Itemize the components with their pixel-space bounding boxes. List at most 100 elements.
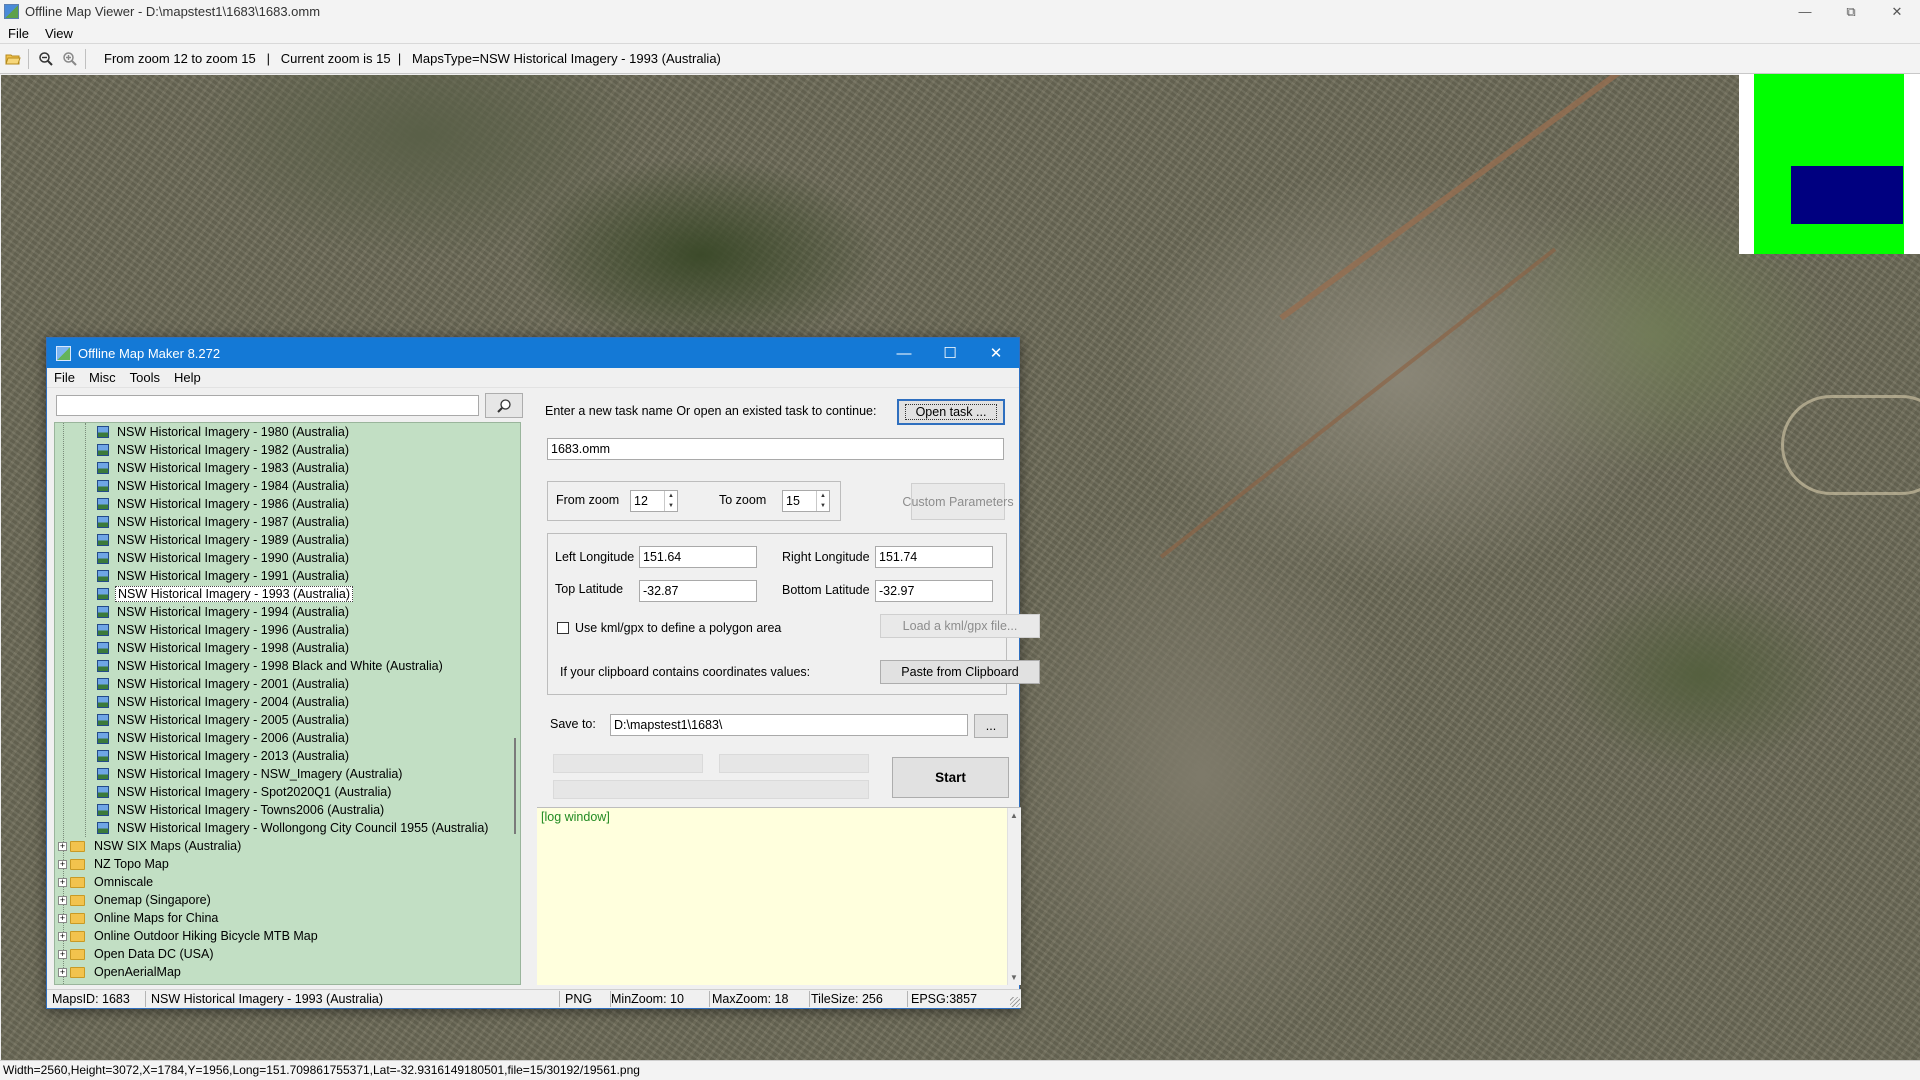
scrollbar-thumb[interactable] [514,738,516,834]
tree-item-label: NSW Historical Imagery - 1990 (Australia… [117,551,350,565]
expand-icon[interactable]: + [58,913,67,923]
map-layer-icon [97,552,109,564]
status-separator [809,991,810,1007]
menu-misc[interactable]: Misc [82,370,123,385]
zoom-out-icon[interactable] [35,48,57,70]
expand-icon[interactable]: + [58,949,67,959]
search-input[interactable] [56,395,479,416]
tree-item[interactable]: NSW Historical Imagery - 2005 (Australia… [97,711,351,729]
left-longitude-field[interactable]: 151.64 [639,546,757,568]
restore-icon[interactable]: ⧉ [1828,0,1874,23]
tree-item[interactable]: NSW Historical Imagery - 1982 (Australia… [97,441,351,459]
maximize-icon[interactable]: ☐ [927,338,973,368]
browse-button[interactable]: ... [974,714,1008,738]
tree-folder[interactable]: + NSW SIX Maps (Australia) [58,837,243,855]
load-kml-button[interactable]: Load a kml/gpx file... [880,614,1040,638]
map-layer-icon [97,804,109,816]
kml-label: Use kml/gpx to define a polygon area [575,621,782,635]
tree-item[interactable]: NSW Historical Imagery - 1998 Black and … [97,657,445,675]
tree-item[interactable]: NSW Historical Imagery - 1984 (Australia… [97,477,351,495]
spinner-arrows-icon[interactable]: ▲ ▼ [816,491,829,511]
search-button[interactable] [485,393,523,418]
tree-item[interactable]: NSW Historical Imagery - 1986 (Australia… [97,495,351,513]
clipboard-prompt: If your clipboard contains coordinates v… [560,665,811,679]
tree-item[interactable]: NSW Historical Imagery - 2001 (Australia… [97,675,351,693]
log-scrollbar[interactable]: ▲ ▼ [1007,808,1021,985]
right-longitude-label: Right Longitude [782,550,870,564]
menu-tools[interactable]: Tools [123,370,167,385]
menu-help[interactable]: Help [167,370,208,385]
tree-item[interactable]: NSW Historical Imagery - 1989 (Australia… [97,531,351,549]
tree-folder[interactable]: + NZ Topo Map [58,855,171,873]
minimap[interactable] [1739,74,1920,254]
expand-icon[interactable]: + [58,877,67,887]
save-to-field[interactable]: D:\mapstest1\1683\ [610,714,968,736]
tree-folder[interactable]: + Onemap (Singapore) [58,891,213,909]
bottom-latitude-field[interactable]: -32.97 [875,580,993,602]
tree-item[interactable]: NSW Historical Imagery - 1980 (Australia… [97,423,351,441]
task-name-field[interactable]: 1683.omm [547,438,1004,460]
tree-item[interactable]: NSW Historical Imagery - 1996 (Australia… [97,621,351,639]
tree-item[interactable]: NSW Historical Imagery - 2004 (Australia… [97,693,351,711]
tree-folder[interactable]: + OpenAerialMap [58,963,183,981]
tree-folder[interactable]: + Open Data DC (USA) [58,945,215,963]
tree-item[interactable]: NSW Historical Imagery - 2013 (Australia… [97,747,351,765]
resize-grip-icon[interactable] [1010,997,1020,1007]
tree-item[interactable]: NSW Historical Imagery - 1983 (Australia… [97,459,351,477]
menu-view[interactable]: View [37,26,81,41]
open-task-button[interactable]: Open task ... [897,399,1005,425]
tree-item[interactable]: NSW Historical Imagery - 1991 (Australia… [97,567,351,585]
to-zoom-spinner[interactable]: 15 ▲ ▼ [782,490,830,512]
menu-file[interactable]: File [47,370,82,385]
tree-item[interactable]: NSW Historical Imagery - 1998 (Australia… [97,639,351,657]
custom-parameters-button[interactable]: Custom Parameters [902,483,1014,520]
log-window[interactable]: [log window] ▲ ▼ [537,807,1021,985]
tree-item[interactable]: NSW Historical Imagery - 1990 (Australia… [97,549,351,567]
scroll-down-icon[interactable]: ▼ [1010,973,1018,982]
from-zoom-value: 12 [634,494,648,508]
tree-item-selected[interactable]: NSW Historical Imagery - 1993 (Australia… [97,585,354,603]
close-icon[interactable]: ✕ [973,338,1019,368]
right-longitude-field[interactable]: 151.74 [875,546,993,568]
tree-item[interactable]: NSW Historical Imagery - 1994 (Australia… [97,603,351,621]
status-separator [145,991,146,1007]
minimize-icon[interactable]: — [881,338,927,368]
map-layer-icon [97,642,109,654]
scroll-up-icon[interactable]: ▲ [1010,811,1018,820]
tree-item[interactable]: NSW Historical Imagery - 1987 (Australia… [97,513,351,531]
folder-icon [70,840,85,852]
top-latitude-field[interactable]: -32.87 [639,580,757,602]
open-folder-icon[interactable] [2,48,24,70]
tree-folder[interactable]: + Omniscale [58,873,155,891]
minimize-icon[interactable]: — [1782,0,1828,23]
expand-icon[interactable]: + [58,931,67,941]
racetrack [1781,395,1920,495]
tree-item[interactable]: NSW Historical Imagery - Spot2020Q1 (Aus… [97,783,393,801]
tree-item[interactable]: NSW Historical Imagery - 2006 (Australia… [97,729,351,747]
tree-item[interactable]: NSW Historical Imagery - Wollongong City… [97,819,490,837]
tree-item[interactable]: NSW Historical Imagery - NSW_Imagery (Au… [97,765,404,783]
map-layer-icon [97,426,109,438]
open-task-label: Open task ... [904,404,998,420]
map-layer-icon [97,570,109,582]
paste-clipboard-button[interactable]: Paste from Clipboard [880,660,1040,684]
spinner-arrows-icon[interactable]: ▲ ▼ [664,491,677,511]
expand-icon[interactable]: + [58,895,67,905]
map-layer-icon [97,768,109,780]
kml-checkbox[interactable] [557,622,569,634]
tree-item[interactable]: NSW Historical Imagery - Towns2006 (Aust… [97,801,386,819]
menu-file[interactable]: File [0,26,37,41]
expand-icon[interactable]: + [58,967,67,977]
expand-icon[interactable]: + [58,859,67,869]
tree-folder[interactable]: + Online Maps for China [58,909,220,927]
tree-scrollbar[interactable] [512,423,520,984]
folder-icon [70,858,85,870]
tree-item-label: NSW Historical Imagery - 1998 (Australia… [117,641,350,655]
from-zoom-spinner[interactable]: 12 ▲ ▼ [630,490,678,512]
map-type-tree[interactable]: NSW Historical Imagery - 1980 (Australia… [54,422,521,985]
expand-icon[interactable]: + [58,841,67,851]
start-button[interactable]: Start [892,757,1009,798]
zoom-in-icon[interactable] [59,48,81,70]
close-icon[interactable]: ✕ [1874,0,1920,23]
tree-folder[interactable]: + Online Outdoor Hiking Bicycle MTB Map [58,927,320,945]
